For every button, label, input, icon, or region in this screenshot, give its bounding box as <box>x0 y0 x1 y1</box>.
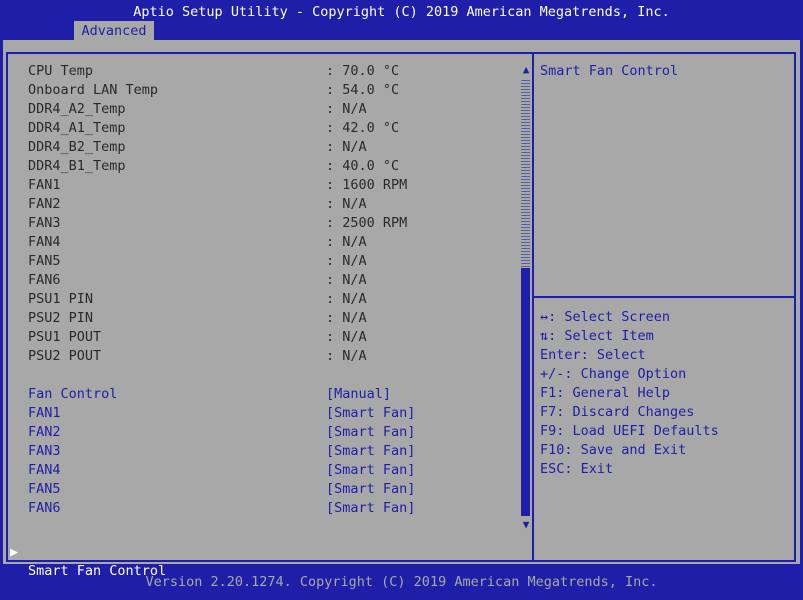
fan-mode-setting[interactable]: FAN6 [Smart Fan] <box>8 499 508 518</box>
sensor-value: : N/A <box>326 291 367 307</box>
sensor-value: : N/A <box>326 139 367 155</box>
fan-mode-setting[interactable]: FAN2 [Smart Fan] <box>8 423 508 442</box>
sensor-value: : 42.0 °C <box>326 120 400 136</box>
setting-label: FAN4 <box>28 462 61 478</box>
key-help-item: ⇅: Select Item <box>540 328 654 344</box>
help-title: Smart Fan Control <box>540 63 679 79</box>
key-help-item: +/-: Change Option <box>540 366 687 382</box>
settings-panel: CPU Temp : 70.0 °C Onboard LAN Temp : 54.0 … <box>6 52 532 579</box>
sensor-value: : N/A <box>326 234 367 250</box>
sensor-value: : 70.0 °C <box>326 63 400 79</box>
footer-version: Version 2.20.1274. Copyright (C) 2019 Am… <box>145 574 658 590</box>
sensor-label: CPU Temp <box>28 63 94 79</box>
sensor-label: PSU2 POUT <box>28 348 102 364</box>
key-help-item: F1: General Help <box>540 385 671 401</box>
fan-mode-setting[interactable]: FAN4 [Smart Fan] <box>8 461 508 480</box>
key-help-item: F9: Load UEFI Defaults <box>540 423 719 439</box>
sensor-row: DDR4_A2_Temp : N/A <box>8 100 508 119</box>
sensor-value: : N/A <box>326 196 367 212</box>
key-help-item: Enter: Select <box>540 347 646 363</box>
sensor-label: DDR4_A1_Temp <box>28 120 126 136</box>
list-item-smart-fan-control[interactable]: ▶ Smart Fan Control <box>8 524 508 579</box>
sensor-row: PSU1 POUT : N/A <box>8 328 508 347</box>
setting-label: FAN5 <box>28 481 61 497</box>
sensor-row: FAN6 : N/A <box>8 271 508 290</box>
sensor-row: FAN1 : 1600 RPM <box>8 176 508 195</box>
window-title: Aptio Setup Utility - Copyright (C) 2019… <box>133 4 670 20</box>
scroll-down-icon[interactable]: ▼ <box>520 519 532 531</box>
sensor-row: PSU2 PIN : N/A <box>8 309 508 328</box>
sensor-value: : N/A <box>326 272 367 288</box>
sensor-value: : N/A <box>326 329 367 345</box>
sensor-value: : N/A <box>326 253 367 269</box>
sensor-row: DDR4_B1_Temp : 40.0 °C <box>8 157 508 176</box>
fan-mode-setting[interactable]: FAN1 [Smart Fan] <box>8 404 508 423</box>
setting-label: Fan Control <box>28 386 118 402</box>
sensor-label: FAN1 <box>28 177 61 193</box>
sensor-label: FAN6 <box>28 272 61 288</box>
setting-value[interactable]: [Smart Fan] <box>326 480 415 499</box>
sensor-row: PSU1 PIN : N/A <box>8 290 508 309</box>
help-divider <box>534 296 794 298</box>
sensor-label: PSU1 POUT <box>28 329 102 345</box>
sensor-value: : 1600 RPM <box>326 177 408 193</box>
sensor-row: FAN5 : N/A <box>8 252 508 271</box>
fan-mode-setting[interactable]: FAN3 [Smart Fan] <box>8 442 508 461</box>
key-help-item: ↔: Select Screen <box>540 309 671 325</box>
sensor-value: : N/A <box>326 348 367 364</box>
setting-label: FAN1 <box>28 405 61 421</box>
sensor-row: PSU2 POUT : N/A <box>8 347 508 366</box>
sensor-value: : N/A <box>326 310 367 326</box>
help-panel: Smart Fan Control ↔: Select Screen ⇅: Sel… <box>532 52 796 562</box>
scroll-up-icon[interactable]: ▲ <box>520 64 532 76</box>
sensor-row: Onboard LAN Temp : 54.0 °C <box>8 81 508 100</box>
setting-label: FAN2 <box>28 424 61 440</box>
setting-value[interactable]: [Smart Fan] <box>326 442 415 461</box>
sensor-label: FAN4 <box>28 234 61 250</box>
tab-advanced[interactable]: Advanced <box>74 21 154 40</box>
sensor-value: : N/A <box>326 101 367 117</box>
key-help-item: ESC: Exit <box>540 461 614 477</box>
sensor-row: FAN3 : 2500 RPM <box>8 214 508 233</box>
setting-value[interactable]: [Smart Fan] <box>326 499 415 518</box>
key-help-item: F10: Save and Exit <box>540 442 687 458</box>
setting-value[interactable]: [Manual] <box>326 385 391 404</box>
sensor-row: FAN2 : N/A <box>8 195 508 214</box>
sensor-value: : 40.0 °C <box>326 158 400 174</box>
setting-value[interactable]: [Smart Fan] <box>326 461 415 480</box>
setting-label: FAN3 <box>28 443 61 459</box>
setup-frame: CPU Temp : 70.0 °C Onboard LAN Temp : 54.0 … <box>3 40 800 579</box>
fan-control-setting[interactable]: Fan Control [Manual] <box>8 385 508 404</box>
sensor-label: PSU2 PIN <box>28 310 94 326</box>
sensor-row: FAN4 : N/A <box>8 233 508 252</box>
setting-label: FAN6 <box>28 500 61 516</box>
sensor-value: : 2500 RPM <box>326 215 408 231</box>
scrollbar-thumb[interactable] <box>521 268 530 516</box>
sensor-label: DDR4_B1_Temp <box>28 158 126 174</box>
sensor-label: Onboard LAN Temp <box>28 82 159 98</box>
sensor-label: FAN5 <box>28 253 61 269</box>
key-help-item: F7: Discard Changes <box>540 404 695 420</box>
sensor-row: DDR4_B2_Temp : N/A <box>8 138 508 157</box>
setting-value[interactable]: [Smart Fan] <box>326 423 415 442</box>
sensor-label: PSU1 PIN <box>28 291 94 307</box>
sensor-label: FAN2 <box>28 196 61 212</box>
sensor-label: DDR4_A2_Temp <box>28 101 126 117</box>
submenu-arrow-icon: ▶ <box>10 544 19 560</box>
sensor-row: DDR4_A1_Temp : 42.0 °C <box>8 119 508 138</box>
setting-value[interactable]: [Smart Fan] <box>326 404 415 423</box>
sensor-label: DDR4_B2_Temp <box>28 139 126 155</box>
sensor-value: : 54.0 °C <box>326 82 400 98</box>
sensor-row: CPU Temp : 70.0 °C <box>8 62 508 81</box>
fan-mode-setting[interactable]: FAN5 [Smart Fan] <box>8 480 508 499</box>
sensor-label: FAN3 <box>28 215 61 231</box>
